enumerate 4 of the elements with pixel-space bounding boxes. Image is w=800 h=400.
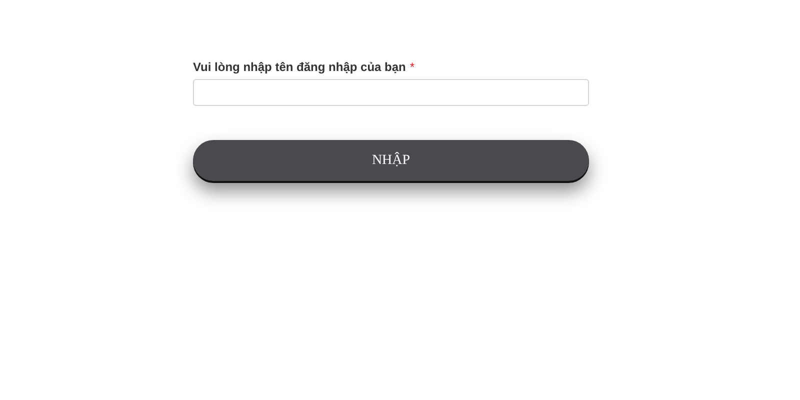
submit-button[interactable]: NHẬP [193, 140, 589, 181]
field-label: Vui lòng nhập tên đăng nhập của bạn [193, 60, 406, 74]
required-mark: * [410, 60, 415, 74]
username-field[interactable] [193, 79, 589, 106]
